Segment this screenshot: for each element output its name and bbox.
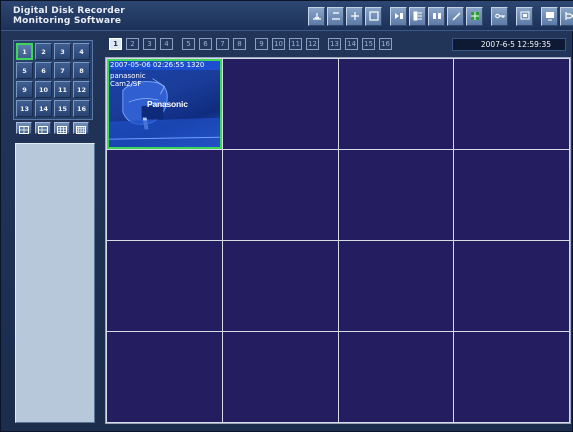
camera-button-8[interactable]: 8 bbox=[73, 62, 90, 79]
video-cell-8[interactable] bbox=[454, 150, 569, 240]
channel-tab-3[interactable]: 3 bbox=[143, 38, 156, 50]
multi-screen-icon bbox=[349, 7, 361, 26]
sixteen-layout-button[interactable] bbox=[73, 122, 89, 134]
feed-camera-location: Cam2/SF bbox=[110, 80, 142, 88]
video-grid: 2007-05-06 02:26:55 1320 panasonic Cam2/… bbox=[105, 57, 571, 424]
feed-timestamp: 2007-05-06 02:26:55 1320 bbox=[109, 61, 220, 70]
title-bar: Digital Disk Recorder Monitoring Softwar… bbox=[1, 1, 573, 31]
camera-button-3[interactable]: 3 bbox=[54, 43, 71, 60]
channel-tab-4[interactable]: 4 bbox=[160, 38, 173, 50]
camera-button-7[interactable]: 7 bbox=[54, 62, 71, 79]
stop-icon bbox=[330, 7, 342, 26]
channel-tab-2[interactable]: 2 bbox=[126, 38, 139, 50]
grid-button[interactable] bbox=[466, 7, 483, 26]
video-cell-2[interactable] bbox=[222, 59, 338, 149]
multi-screen-button[interactable] bbox=[346, 7, 363, 26]
video-cell-4[interactable] bbox=[454, 59, 569, 149]
left-panel: 1 2 3 4 5 6 7 8 9 10 11 12 13 14 15 16 bbox=[7, 35, 95, 427]
play-back-icon bbox=[311, 7, 323, 26]
camera-button-1[interactable]: 1 bbox=[16, 43, 33, 60]
channel-tab-5[interactable]: 5 bbox=[182, 38, 195, 50]
play-back-button[interactable] bbox=[308, 7, 325, 26]
date-time-display: 2007-6-5 12:59:35 bbox=[452, 38, 566, 51]
camera-button-15[interactable]: 15 bbox=[54, 100, 71, 117]
layout-selector bbox=[13, 121, 93, 135]
video-cell-7[interactable] bbox=[338, 150, 454, 240]
video-cell-15[interactable] bbox=[338, 332, 454, 422]
camera-button-5[interactable]: 5 bbox=[16, 62, 33, 79]
camera-button-16[interactable]: 16 bbox=[73, 100, 90, 117]
channel-tab-12[interactable]: 12 bbox=[306, 38, 319, 50]
single-layout-button[interactable] bbox=[16, 122, 32, 134]
channel-tab-16[interactable]: 16 bbox=[379, 38, 392, 50]
camera-select-pad: 1 2 3 4 5 6 7 8 9 10 11 12 13 14 15 16 bbox=[13, 40, 93, 120]
camera-button-14[interactable]: 14 bbox=[35, 100, 52, 117]
app-window: Digital Disk Recorder Monitoring Softwar… bbox=[0, 0, 573, 432]
video-cell-5[interactable] bbox=[107, 150, 222, 240]
camera-button-11[interactable]: 11 bbox=[54, 81, 71, 98]
camera-button-6[interactable]: 6 bbox=[35, 62, 52, 79]
channel-tabs: 1 2 3 4 5 6 7 8 9 10 11 12 13 14 15 16 bbox=[109, 38, 396, 50]
record-list-button[interactable] bbox=[409, 7, 426, 26]
monitor-icon bbox=[519, 7, 531, 26]
video-cell-16[interactable] bbox=[454, 332, 569, 422]
single-layout-icon bbox=[19, 119, 29, 138]
video-cell-14[interactable] bbox=[222, 332, 338, 422]
nine-layout-icon bbox=[57, 119, 67, 138]
key-icon bbox=[494, 7, 506, 26]
video-cell-9[interactable] bbox=[107, 241, 222, 331]
channel-tab-8[interactable]: 8 bbox=[233, 38, 246, 50]
channel-tab-6[interactable]: 6 bbox=[199, 38, 212, 50]
sixteen-layout-icon bbox=[76, 119, 86, 138]
video-cell-6[interactable] bbox=[222, 150, 338, 240]
exit-button[interactable] bbox=[560, 7, 573, 26]
quad-layout-button[interactable] bbox=[35, 122, 51, 134]
camera-control-icon bbox=[393, 7, 405, 26]
grid-icon bbox=[469, 7, 481, 26]
computer-icon bbox=[544, 7, 556, 26]
info-panel bbox=[15, 143, 95, 423]
toolbar bbox=[308, 7, 573, 27]
video-cell-3[interactable] bbox=[338, 59, 454, 149]
zoom-button[interactable] bbox=[365, 7, 382, 26]
channel-tab-13[interactable]: 13 bbox=[328, 38, 341, 50]
panasonic-logo: Panasonic bbox=[147, 99, 188, 109]
zoom-icon bbox=[368, 7, 380, 26]
channel-tab-15[interactable]: 15 bbox=[362, 38, 375, 50]
feed-camera-name: panasonic bbox=[110, 72, 146, 80]
channel-tab-11[interactable]: 11 bbox=[289, 38, 302, 50]
video-cell-1[interactable]: 2007-05-06 02:26:55 1320 panasonic Cam2/… bbox=[107, 59, 222, 149]
stop-button[interactable] bbox=[327, 7, 344, 26]
monitor-button[interactable] bbox=[516, 7, 533, 26]
edit-icon bbox=[431, 7, 443, 26]
channel-tab-14[interactable]: 14 bbox=[345, 38, 358, 50]
camera-button-9[interactable]: 9 bbox=[16, 81, 33, 98]
nine-layout-button[interactable] bbox=[54, 122, 70, 134]
camera-button-10[interactable]: 10 bbox=[35, 81, 52, 98]
exit-icon bbox=[563, 7, 573, 26]
channel-tab-9[interactable]: 9 bbox=[255, 38, 268, 50]
video-cell-11[interactable] bbox=[338, 241, 454, 331]
camera-control-button[interactable] bbox=[390, 7, 407, 26]
camera-button-4[interactable]: 4 bbox=[73, 43, 90, 60]
computer-button[interactable] bbox=[541, 7, 558, 26]
camera-button-2[interactable]: 2 bbox=[35, 43, 52, 60]
key-button[interactable] bbox=[491, 7, 508, 26]
channel-tab-7[interactable]: 7 bbox=[216, 38, 229, 50]
video-cell-10[interactable] bbox=[222, 241, 338, 331]
quad-layout-icon bbox=[38, 119, 48, 138]
app-title: Digital Disk Recorder Monitoring Softwar… bbox=[13, 6, 125, 26]
record-list-icon bbox=[412, 7, 424, 26]
camera-button-12[interactable]: 12 bbox=[73, 81, 90, 98]
channel-tab-1[interactable]: 1 bbox=[109, 38, 122, 50]
pen-button[interactable] bbox=[447, 7, 464, 26]
pen-icon bbox=[450, 7, 462, 26]
channel-tab-10[interactable]: 10 bbox=[272, 38, 285, 50]
camera-button-13[interactable]: 13 bbox=[16, 100, 33, 117]
video-cell-13[interactable] bbox=[107, 332, 222, 422]
video-cell-12[interactable] bbox=[454, 241, 569, 331]
edit-button[interactable] bbox=[428, 7, 445, 26]
